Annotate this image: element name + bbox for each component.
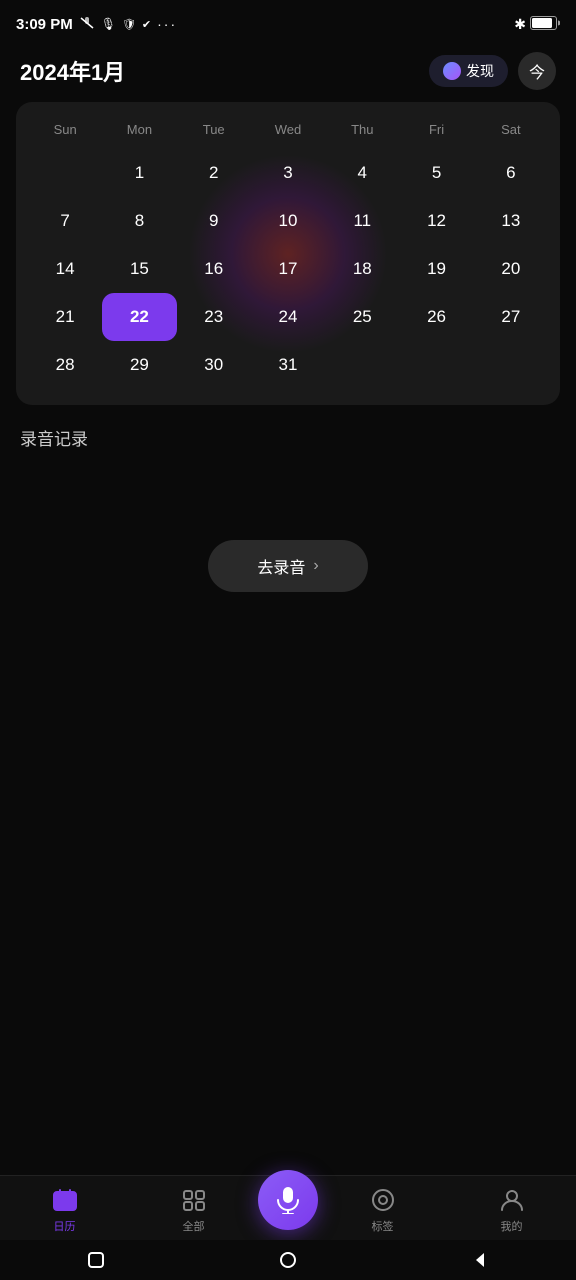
go-record-label: 去录音 — [257, 554, 305, 578]
cal-day-24[interactable]: 24 — [251, 293, 325, 341]
today-button[interactable]: 今 — [518, 52, 556, 90]
go-record-arrow-icon: › — [313, 557, 318, 575]
user-icon — [498, 1186, 526, 1214]
cal-day-11[interactable]: 11 — [325, 197, 399, 245]
bottom-nav: 日历 全部 标签 — [0, 1175, 576, 1240]
system-nav-bar — [0, 1240, 576, 1280]
cal-day-15[interactable]: 15 — [102, 245, 176, 293]
status-right-icons: ✱ — [514, 16, 560, 33]
cal-day-empty — [28, 149, 102, 197]
recording-section-title: 录音记录 — [0, 405, 576, 460]
cal-day-22[interactable]: 22 — [102, 293, 176, 341]
cal-day-13[interactable]: 13 — [474, 197, 548, 245]
weekday-thu: Thu — [325, 118, 399, 141]
cal-day-25[interactable]: 25 — [325, 293, 399, 341]
cal-day-26[interactable]: 26 — [399, 293, 473, 341]
cal-day-7[interactable]: 7 — [28, 197, 102, 245]
cal-day-empty — [399, 341, 473, 389]
cal-day-14[interactable]: 14 — [28, 245, 102, 293]
cal-day-23[interactable]: 23 — [177, 293, 251, 341]
weekday-mon: Mon — [102, 118, 176, 141]
cal-day-30[interactable]: 30 — [177, 341, 251, 389]
nav-item-calendar[interactable]: 日历 — [0, 1186, 129, 1234]
cal-day-29[interactable]: 29 — [102, 341, 176, 389]
header-actions: 发现 今 — [429, 52, 556, 90]
status-time: 3:09 PM — [16, 16, 73, 33]
cal-day-19[interactable]: 19 — [399, 245, 473, 293]
nav-item-tags[interactable]: 标签 — [318, 1186, 447, 1234]
go-record-button[interactable]: 去录音 › — [208, 540, 368, 592]
nav-label-all: 全部 — [183, 1218, 205, 1234]
nav-label-mine: 我的 — [501, 1218, 523, 1234]
nav-item-all[interactable]: 全部 — [129, 1186, 258, 1234]
cal-day-8[interactable]: 8 — [102, 197, 176, 245]
cal-day-21[interactable]: 21 — [28, 293, 102, 341]
header: 2024年1月 发现 今 — [0, 44, 576, 102]
status-bar: 3:09 PM 🎙 🛡 ✔ ··· ✱ — [0, 0, 576, 44]
cal-day-empty — [325, 341, 399, 389]
bluetooth-icon: ✱ — [514, 16, 526, 33]
cal-day-1[interactable]: 1 — [102, 149, 176, 197]
status-shield-icon: 🛡 — [122, 18, 136, 31]
weekday-sun: Sun — [28, 118, 102, 141]
weekday-tue: Tue — [177, 118, 251, 141]
cal-day-6[interactable]: 6 — [474, 149, 548, 197]
status-signal-icon — [79, 16, 95, 33]
cal-day-12[interactable]: 12 — [399, 197, 473, 245]
cal-day-10[interactable]: 10 — [251, 197, 325, 245]
today-symbol: 今 — [529, 59, 545, 83]
nav-item-mine[interactable]: 我的 — [447, 1186, 576, 1234]
cal-day-empty — [474, 341, 548, 389]
cal-day-18[interactable]: 18 — [325, 245, 399, 293]
cal-day-17[interactable]: 17 — [251, 245, 325, 293]
cal-day-27[interactable]: 27 — [474, 293, 548, 341]
tag-icon — [369, 1186, 397, 1214]
weekday-fri: Fri — [399, 118, 473, 141]
status-record-icon: 🎙 — [101, 17, 116, 31]
nav-label-tags: 标签 — [372, 1218, 394, 1234]
mic-fab-button[interactable] — [258, 1170, 318, 1230]
calendar-container: Sun Mon Tue Wed Thu Fri Sat 123456789101… — [16, 102, 560, 405]
weekday-wed: Wed — [251, 118, 325, 141]
page-title: 2024年1月 — [20, 55, 125, 87]
cal-day-9[interactable]: 9 — [177, 197, 251, 245]
calendar-icon — [51, 1186, 79, 1214]
cal-day-5[interactable]: 5 — [399, 149, 473, 197]
cal-day-16[interactable]: 16 — [177, 245, 251, 293]
cal-day-28[interactable]: 28 — [28, 341, 102, 389]
cal-day-20[interactable]: 20 — [474, 245, 548, 293]
sys-nav-square[interactable] — [86, 1250, 106, 1270]
cal-day-31[interactable]: 31 — [251, 341, 325, 389]
grid-icon — [180, 1186, 208, 1214]
discover-label: 发现 — [466, 61, 494, 81]
discover-icon — [443, 62, 461, 80]
sys-nav-home[interactable] — [278, 1250, 298, 1270]
cal-day-3[interactable]: 3 — [251, 149, 325, 197]
weekday-sat: Sat — [474, 118, 548, 141]
battery-icon — [530, 16, 560, 33]
calendar-grid: 1234567891011121314151617181920212223242… — [28, 149, 548, 389]
discover-button[interactable]: 发现 — [429, 55, 508, 87]
nav-label-calendar: 日历 — [54, 1218, 76, 1234]
sys-nav-back[interactable] — [470, 1250, 490, 1270]
status-check-icon: ✔ — [142, 18, 151, 31]
calendar-weekdays: Sun Mon Tue Wed Thu Fri Sat — [28, 118, 548, 141]
status-dots-icon: ··· — [157, 16, 177, 32]
cal-day-4[interactable]: 4 — [325, 149, 399, 197]
cal-day-2[interactable]: 2 — [177, 149, 251, 197]
